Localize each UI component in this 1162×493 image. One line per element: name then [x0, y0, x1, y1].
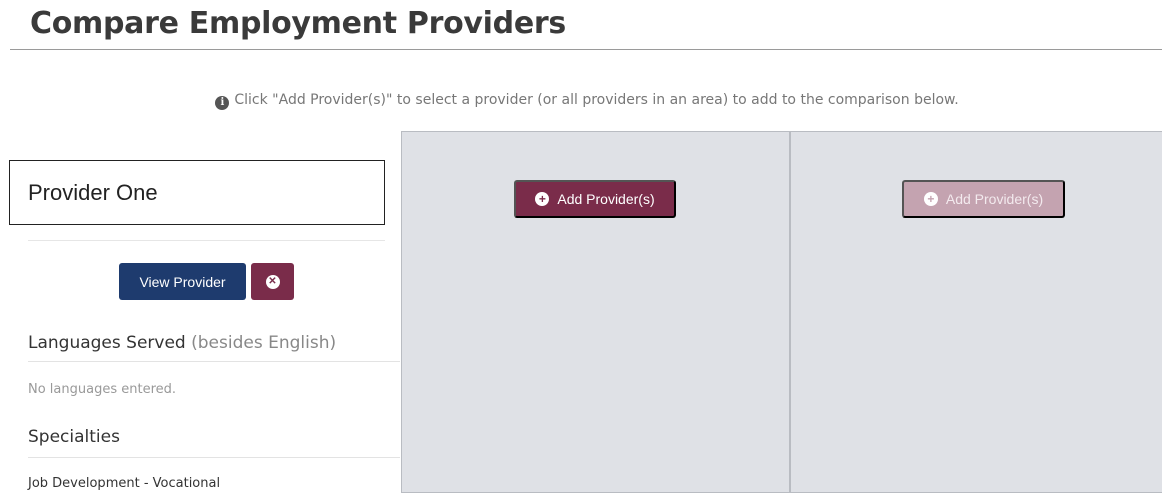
add-provider-label: Add Provider(s): [945, 191, 1044, 207]
compare-providers-page: Compare Employment Providers i Click "Add…: [0, 0, 1162, 493]
comparison-slot-1: + Add Provider(s): [401, 131, 790, 493]
specialties-value: Job Development - Vocational: [28, 476, 221, 491]
languages-heading-text: Languages Served: [28, 333, 186, 353]
add-provider-label: Add Provider(s): [557, 191, 655, 207]
add-provider-button-1[interactable]: + Add Provider(s): [514, 180, 676, 218]
add-provider-button-2-disabled[interactable]: + Add Provider(s): [902, 180, 1065, 218]
plus-circle-icon: +: [535, 192, 550, 206]
info-message: i Click "Add Provider(s)" to select a pro…: [0, 92, 1162, 110]
specialties-divider: [28, 457, 400, 458]
title-divider: [10, 49, 1162, 50]
view-provider-button[interactable]: View Provider: [119, 263, 246, 300]
info-circle-icon: i: [215, 96, 230, 110]
plus-circle-icon: +: [923, 192, 938, 206]
languages-served-heading: Languages Served (besides English): [28, 333, 336, 353]
close-circle-icon: ✕: [265, 274, 280, 289]
provider-name-box: Provider One: [9, 160, 385, 225]
languages-heading-note: (besides English): [191, 333, 337, 353]
info-text: Click "Add Provider(s)" to select a prov…: [234, 92, 959, 108]
page-title: Compare Employment Providers: [30, 6, 566, 41]
provider-divider: [28, 240, 385, 241]
languages-divider: [28, 361, 400, 362]
remove-provider-button[interactable]: ✕: [251, 263, 294, 300]
provider-name: Provider One: [28, 179, 158, 205]
specialties-heading: Specialties: [28, 427, 120, 447]
comparison-slot-2: + Add Provider(s): [790, 131, 1162, 493]
languages-value: No languages entered.: [28, 382, 177, 397]
